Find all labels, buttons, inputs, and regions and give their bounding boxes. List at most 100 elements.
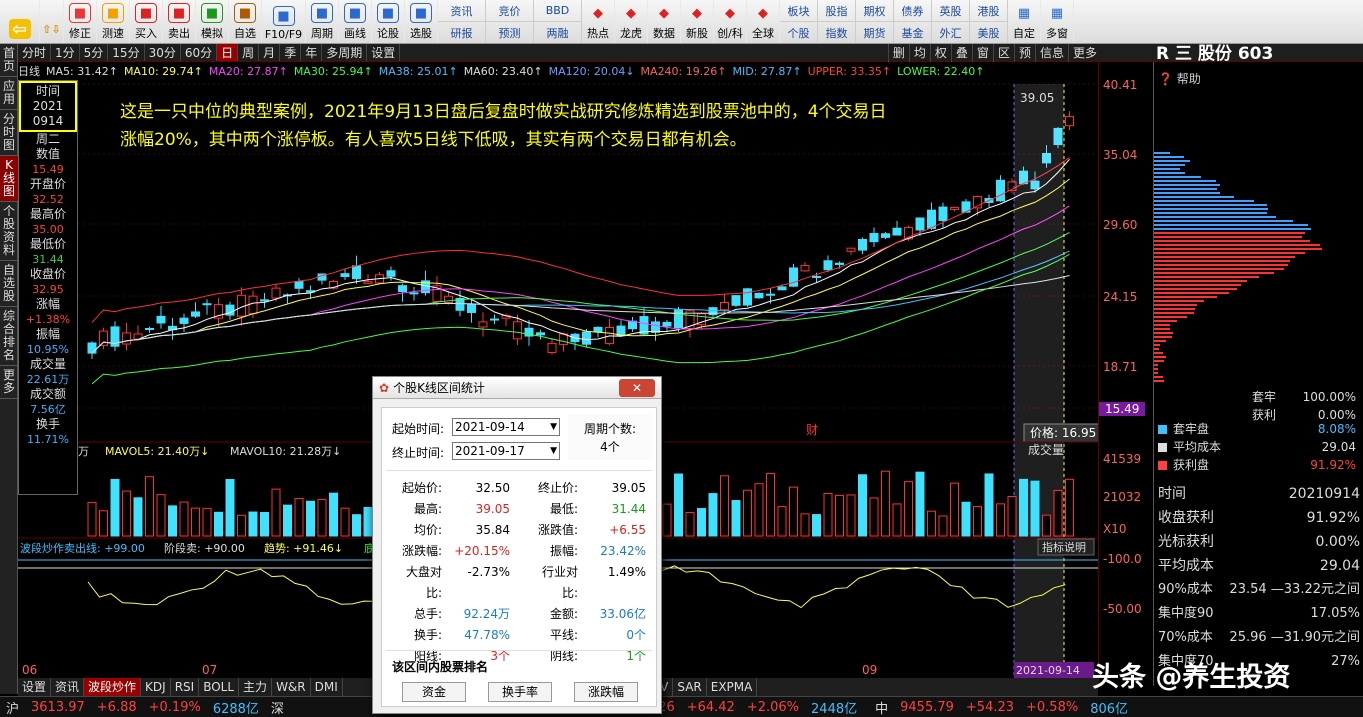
rank-button-1[interactable]: 换手率 <box>488 682 552 702</box>
indicator-tab-4[interactable]: RSI <box>171 678 200 696</box>
toolbar-right-pair-button-2-1[interactable]: 期货 <box>856 22 893 43</box>
chip-bar <box>1154 252 1305 254</box>
toolbar-button-1[interactable]: ■ 测速 <box>97 0 130 43</box>
toolbar-more-button-4[interactable]: ◆ 创/科 <box>714 0 747 43</box>
toolbar-more-button-2[interactable]: ◆ 数据 <box>648 0 681 43</box>
toolbar-more-button-3[interactable]: ◆ 新股 <box>681 0 714 43</box>
indicator-tab-6[interactable]: 主力 <box>239 678 273 696</box>
toolbar-label-6: F10/F9 <box>264 28 303 41</box>
tab-1[interactable]: 1分 <box>51 44 80 61</box>
rank-button-2[interactable]: 涨跌幅 <box>574 682 638 702</box>
toolbar-right-pair-button-2-0[interactable]: 期权 <box>856 0 893 22</box>
toolbar-right-button-1[interactable]: ▦ 多窗 <box>1041 0 1074 43</box>
indicator-tab-7[interactable]: W&R <box>272 678 311 696</box>
candle-body <box>754 292 764 299</box>
indicator-tab-1[interactable]: 资讯 <box>51 678 85 696</box>
toolbar-more-icon-3: ◆ <box>692 5 702 21</box>
toolbar-right-pair-button-1-0[interactable]: 股指 <box>818 0 855 22</box>
chart-tool-8[interactable]: 更多 <box>1067 44 1101 62</box>
toolbar-button-4[interactable]: ■ 模拟 <box>196 0 229 43</box>
tab-11[interactable]: 多周期 <box>322 44 368 61</box>
dialog-titlebar[interactable]: ✿ 个股K线区间统计 <box>373 377 661 399</box>
indicator-tab-3[interactable]: KDJ <box>141 678 171 696</box>
toolbar-right-pair-button-4-1[interactable]: 外汇 <box>932 22 969 43</box>
toolbar-right-pair-button-5-1[interactable]: 美股 <box>970 22 1007 43</box>
indicator-tab-2[interactable]: 波段炒作 <box>84 678 142 696</box>
toolbar-pair-button-2-1[interactable]: 两融 <box>534 22 581 43</box>
chart-tool-2[interactable]: 权 <box>929 44 951 62</box>
leftnav-item-7[interactable]: 更多 <box>0 366 18 399</box>
leftnav-item-3[interactable]: K线图 <box>0 156 18 202</box>
close-button[interactable]: ✕ <box>619 379 655 397</box>
leftnav-item-2[interactable]: 分时图 <box>0 110 18 156</box>
tab-8[interactable]: 月 <box>259 44 281 61</box>
leftnav-item-5[interactable]: 自选股 <box>0 261 18 307</box>
price-axis-label-4: 18.71 <box>1103 360 1138 374</box>
tab-6[interactable]: 日 <box>217 44 239 61</box>
end-time-select[interactable]: 2021-09-17 <box>452 442 560 460</box>
toolbar-right-pair-button-5-0[interactable]: 港股 <box>970 0 1007 22</box>
toolbar-button-8[interactable]: ■ 画线 <box>339 0 372 43</box>
tab-0[interactable]: 分时 <box>18 44 52 61</box>
candle-body <box>892 227 902 236</box>
chart-tool-1[interactable]: 均 <box>908 44 930 62</box>
toolbar-pair-button-0-1[interactable]: 研报 <box>438 22 485 43</box>
toolbar-pair-button-0-0[interactable]: 资讯 <box>438 0 485 22</box>
toolbar-button-2[interactable]: ■ 买入 <box>130 0 163 43</box>
toolbar-button-6[interactable]: ■ F10/F9 <box>262 0 306 43</box>
toolbar-right-pair-button-4-0[interactable]: 英股 <box>932 0 969 22</box>
tab-2[interactable]: 5分 <box>80 44 109 61</box>
info-value-9: 11.71% <box>27 433 69 446</box>
chart-tool-3[interactable]: 叠 <box>950 44 972 62</box>
toolbar-right-pair-button-3-0[interactable]: 债券 <box>894 0 931 22</box>
toolbar-button-9[interactable]: ■ 论股 <box>372 0 405 43</box>
toolbar-button-3[interactable]: ■ 卖出 <box>163 0 196 43</box>
toolbar-button-5[interactable]: ■ 自选 <box>229 0 262 43</box>
toolbar-more-button-0[interactable]: ◆ 热点 <box>582 0 615 43</box>
volume-bar <box>179 501 189 537</box>
tab-10[interactable]: 年 <box>301 44 323 61</box>
tab-9[interactable]: 季 <box>280 44 302 61</box>
chip-info-value-1: 91.92% <box>1306 510 1360 526</box>
toolbar-button-0[interactable]: ■ 修正 <box>64 0 97 43</box>
toolbar-pair-button-1-1[interactable]: 预测 <box>486 22 533 43</box>
indicator-tab-12[interactable]: SAR <box>673 678 707 696</box>
back-button[interactable]: ⇦ <box>0 0 40 43</box>
toolbar-right-pair-button-0-0[interactable]: 板块 <box>780 0 817 22</box>
indicator-tab-13[interactable]: EXPMA <box>707 678 758 696</box>
chart-tool-7[interactable]: 信息 <box>1034 44 1068 62</box>
rank-button-0[interactable]: 资金 <box>402 682 466 702</box>
leftnav-item-0[interactable]: 首页 <box>0 44 18 77</box>
indicator-tab-5[interactable]: BOLL <box>199 678 240 696</box>
chip-legend-value-0: 100.00% <box>1302 390 1356 404</box>
osc-legend-2: 阶段卖: +90.00 <box>164 541 245 555</box>
tab-5[interactable]: 60分 <box>181 44 218 61</box>
up-down-button[interactable]: ⇧⇩ <box>40 0 64 43</box>
chart-tool-4[interactable]: 窗 <box>971 44 993 62</box>
leftnav-item-6[interactable]: 综合排名 <box>0 307 18 366</box>
leftnav-item-4[interactable]: 个股资料 <box>0 202 18 261</box>
tab-7[interactable]: 周 <box>238 44 260 61</box>
chart-tool-5[interactable]: 区 <box>992 44 1014 62</box>
toolbar-more-button-1[interactable]: ◆ 龙虎 <box>615 0 648 43</box>
toolbar-pair-button-1-0[interactable]: 竞价 <box>486 0 533 22</box>
toolbar-right-button-0[interactable]: ▦ 自定 <box>1008 0 1041 43</box>
candle-body <box>766 293 775 296</box>
leftnav-item-1[interactable]: 应用 <box>0 77 18 110</box>
toolbar-button-7[interactable]: ■ 周期 <box>306 0 339 43</box>
indicator-tab-8[interactable]: DMI <box>311 678 343 696</box>
toolbar-more-button-5[interactable]: ◆ 全球 <box>747 0 780 43</box>
tab-3[interactable]: 15分 <box>108 44 145 61</box>
toolbar-right-pair-button-3-1[interactable]: 基金 <box>894 22 931 43</box>
chart-tool-0[interactable]: 删 <box>887 44 909 62</box>
toolbar-right-pair-button-1-1[interactable]: 指数 <box>818 22 855 43</box>
chart-tool-6[interactable]: 预 <box>1013 44 1035 62</box>
stats-row-1: 最高: 39.05 最低: 31.44 <box>390 499 654 520</box>
indicator-tab-0[interactable]: 设置 <box>18 678 52 696</box>
toolbar-right-pair-button-0-1[interactable]: 个股 <box>780 22 817 43</box>
start-time-select[interactable]: 2021-09-14 <box>452 418 560 436</box>
toolbar-button-10[interactable]: ■ 选股 <box>405 0 438 43</box>
tab-12[interactable]: 设置 <box>367 44 401 61</box>
tab-4[interactable]: 30分 <box>145 44 181 61</box>
toolbar-pair-button-2-0[interactable]: BBD <box>534 0 581 22</box>
